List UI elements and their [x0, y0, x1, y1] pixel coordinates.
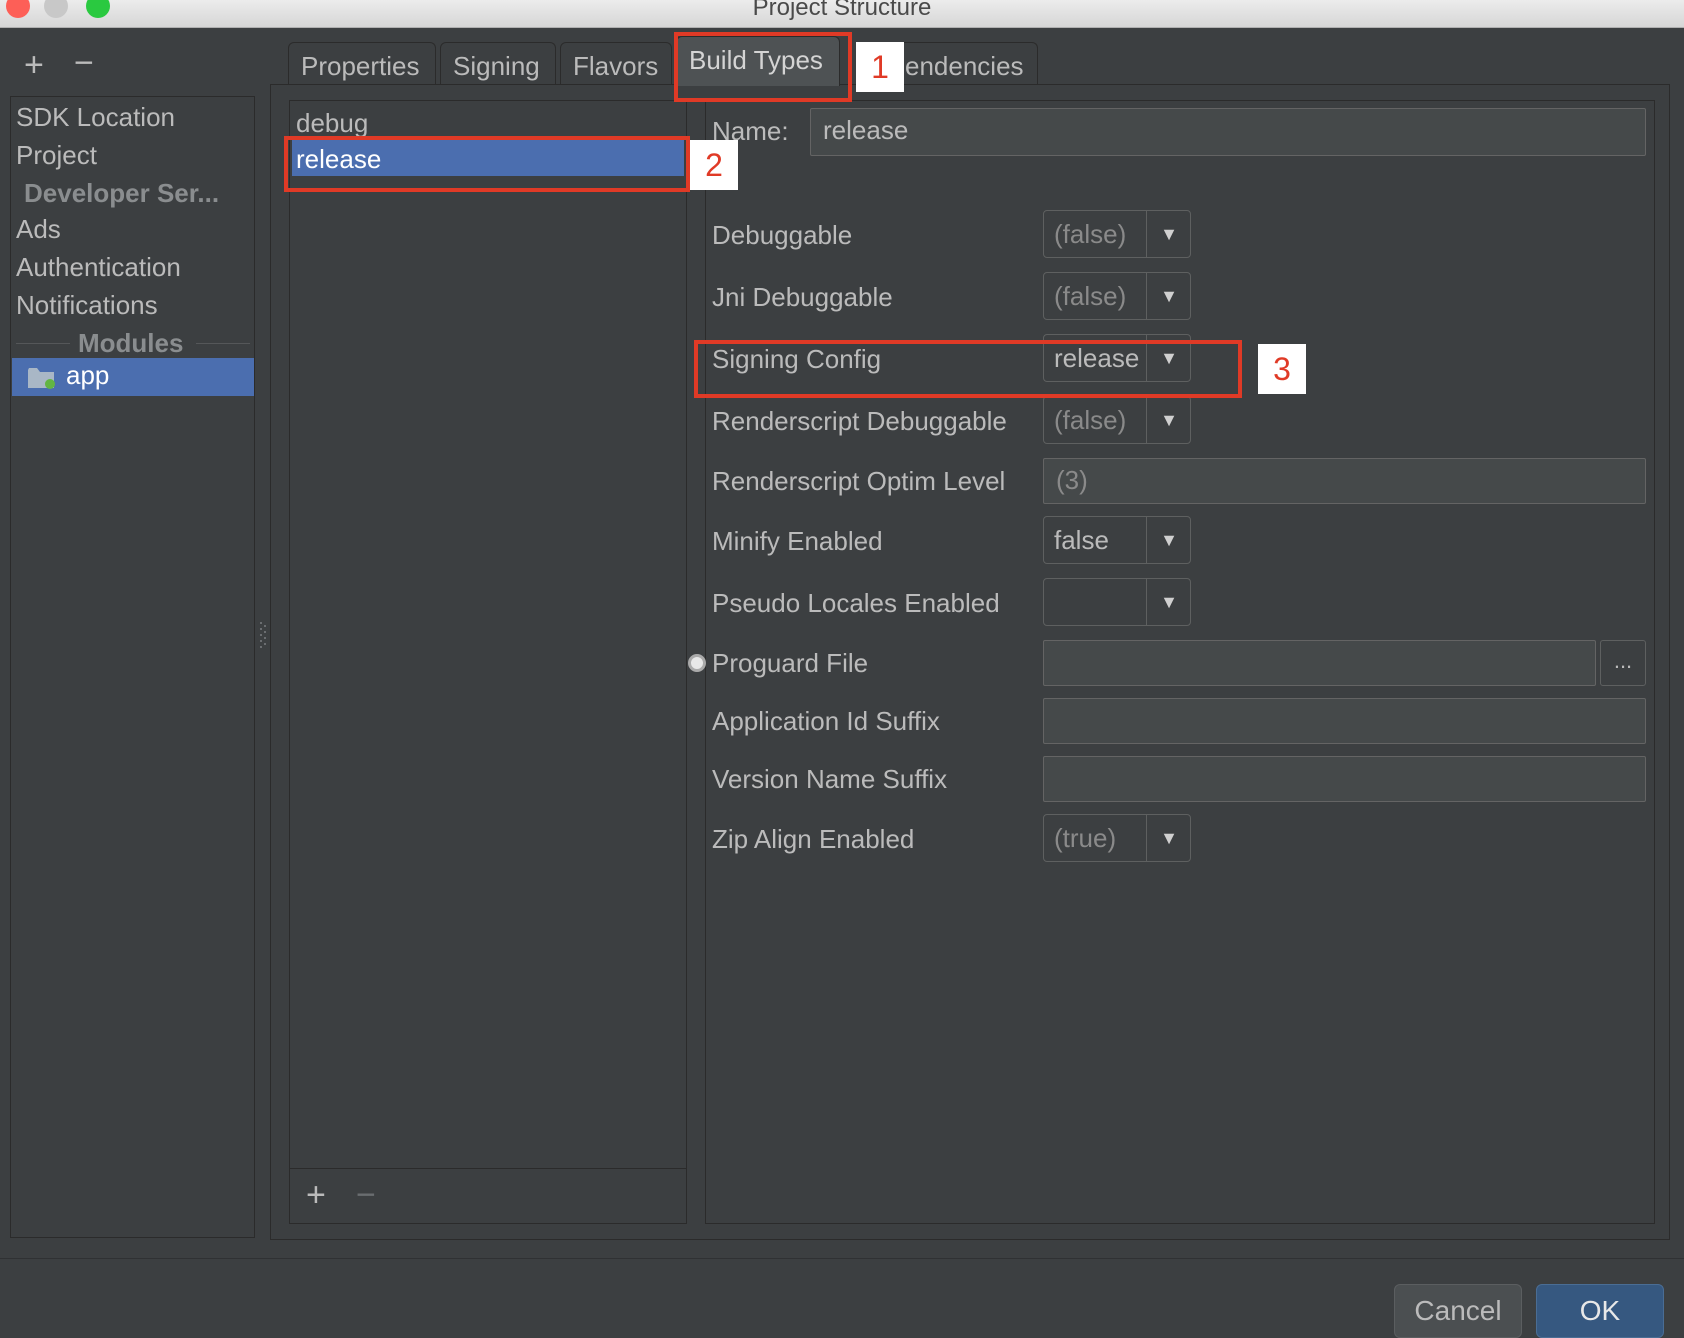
combo-value: false [1054, 525, 1109, 555]
modules-divider-right [196, 343, 250, 344]
pseudo-locales-enabled-combo[interactable]: ▼ [1043, 578, 1191, 626]
chevron-down-icon[interactable]: ▼ [1147, 815, 1191, 861]
pseudo-locales-enabled-label: Pseudo Locales Enabled [712, 588, 1000, 618]
combo-value: (false) [1054, 281, 1127, 311]
modules-divider-left [16, 343, 70, 344]
debuggable-label: Debuggable [712, 220, 853, 250]
chevron-down-icon[interactable]: ▼ [1147, 579, 1191, 625]
application-id-suffix-field[interactable] [1043, 698, 1646, 744]
highlight-box-release [284, 136, 690, 192]
chevron-down-icon[interactable]: ▼ [1147, 273, 1191, 319]
sidebar-item-ads[interactable]: Ads [16, 214, 61, 245]
chevron-down-icon[interactable]: ▼ [1147, 211, 1191, 257]
sidebar-item-authentication[interactable]: Authentication [16, 252, 181, 283]
sidebar-item-app[interactable]: app [12, 358, 254, 396]
debuggable-combo[interactable]: (false) ▼ [1043, 210, 1191, 258]
sidebar-group-developer-services: Developer Ser... [24, 178, 220, 208]
proguard-file-field[interactable] [1043, 640, 1596, 686]
minify-enabled-combo[interactable]: false ▼ [1043, 516, 1191, 564]
sidebar-item-sdk-location[interactable]: SDK Location [16, 102, 175, 133]
highlight-box-build-types [674, 32, 852, 102]
renderscript-debuggable-label: Renderscript Debuggable [712, 406, 1007, 436]
zip-align-enabled-label: Zip Align Enabled [712, 824, 915, 854]
sidebar-item-project[interactable]: Project [16, 140, 97, 171]
minify-enabled-label: Minify Enabled [712, 526, 883, 556]
proguard-file-label: Proguard File [712, 648, 869, 678]
version-name-suffix-field[interactable] [1043, 756, 1646, 802]
highlight-box-signing-config [694, 340, 1242, 398]
add-icon[interactable]: + [24, 48, 44, 82]
ok-button[interactable]: OK [1536, 1284, 1664, 1338]
name-field[interactable]: release [810, 108, 1646, 156]
callout-3: 3 [1258, 344, 1306, 394]
list-toolbar-divider [290, 1168, 686, 1169]
sidebar-item-notifications[interactable]: Notifications [16, 290, 158, 321]
footer-divider [0, 1258, 1684, 1259]
browse-proguard-file-button[interactable]: ... [1600, 640, 1646, 686]
chevron-down-icon[interactable]: ▼ [1147, 517, 1191, 563]
splitter-handle[interactable] [258, 620, 268, 650]
callout-2: 2 [690, 140, 738, 190]
window-title: Project Structure [752, 0, 932, 21]
combo-value: (true) [1054, 823, 1117, 853]
remove-icon[interactable]: − [74, 46, 94, 80]
jni-debuggable-label: Jni Debuggable [712, 282, 893, 312]
combo-value: (false) [1054, 219, 1127, 249]
build-type-debug[interactable]: debug [292, 104, 684, 140]
callout-1: 1 [856, 42, 904, 92]
version-name-suffix-label: Version Name Suffix [712, 764, 948, 794]
combo-value [1044, 579, 1146, 625]
tab-properties[interactable]: Properties [288, 42, 436, 84]
window-titlebar: Project Structure [0, 0, 1684, 28]
renderscript-optim-level-field[interactable]: (3) [1043, 458, 1646, 504]
combo-value: (false) [1054, 405, 1127, 435]
add-build-type-icon[interactable]: + [306, 1176, 326, 1215]
radio-indicator[interactable] [688, 654, 706, 672]
renderscript-debuggable-combo[interactable]: (false) ▼ [1043, 396, 1191, 444]
renderscript-optim-level-label: Renderscript Optim Level [712, 466, 1006, 496]
chevron-down-icon[interactable]: ▼ [1147, 397, 1191, 443]
application-id-suffix-label: Application Id Suffix [712, 706, 940, 736]
sidebar-item-label: app [66, 360, 110, 390]
remove-build-type-icon[interactable]: − [356, 1176, 376, 1215]
jni-debuggable-combo[interactable]: (false) ▼ [1043, 272, 1191, 320]
sidebar-group-modules: Modules [78, 328, 184, 358]
tab-flavors[interactable]: Flavors [560, 42, 672, 84]
cancel-button[interactable]: Cancel [1394, 1284, 1522, 1338]
module-folder-icon [28, 368, 55, 389]
zip-align-enabled-combo[interactable]: (true) ▼ [1043, 814, 1191, 862]
tab-signing[interactable]: Signing [440, 42, 556, 84]
